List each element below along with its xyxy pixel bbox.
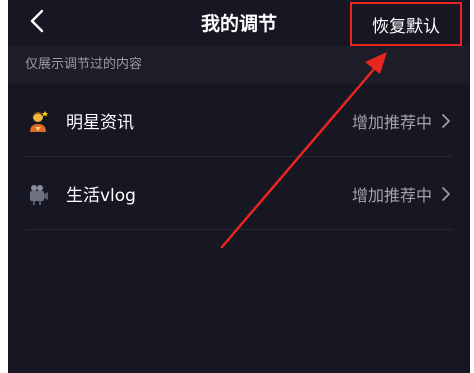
- item-status: 增加推荐中: [351, 112, 432, 132]
- header: 我的调节 恢复默认: [8, 0, 470, 46]
- section-label: 仅展示调节过的内容: [8, 46, 470, 84]
- item-status: 增加推荐中: [351, 185, 432, 205]
- video-camera-icon: [26, 182, 50, 206]
- list-item-celebrity-news[interactable]: 明星资讯 增加推荐中: [8, 84, 470, 157]
- adjusted-content-list: 明星资讯 增加推荐中 生活vlog 增加推荐中: [8, 84, 470, 230]
- item-label: 生活vlog: [66, 186, 136, 206]
- list-item-life-vlog[interactable]: 生活vlog 增加推荐中: [8, 157, 470, 230]
- chevron-right-icon: [440, 186, 452, 202]
- item-label: 明星资讯: [66, 113, 134, 133]
- chevron-right-icon: [440, 113, 452, 129]
- settings-screen: 我的调节 恢复默认 仅展示调节过的内容 明星资讯 增加推荐中 生活vlog 增加…: [8, 0, 470, 373]
- person-with-star-icon: [26, 109, 50, 133]
- divider: [25, 229, 453, 230]
- reset-default-button[interactable]: 恢复默认: [350, 2, 462, 46]
